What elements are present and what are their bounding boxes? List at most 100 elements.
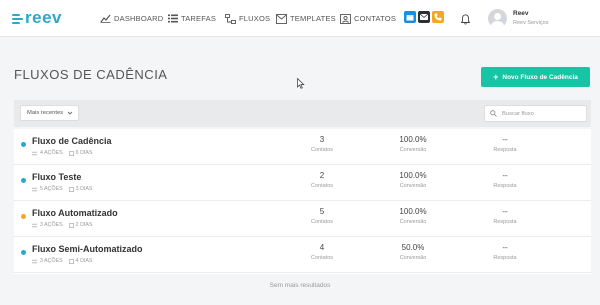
new-flow-button-label: Novo Fluxo de Cadência	[502, 73, 578, 81]
nav-fluxos[interactable]: FLUXOS	[225, 0, 270, 37]
no-more-results: Sem mais resultados	[269, 282, 331, 289]
nav-templates[interactable]: TEMPLATES	[276, 0, 336, 37]
search-input[interactable]	[502, 108, 584, 120]
stat-resposta: -- Resposta	[475, 171, 535, 189]
stat-contatos: 5 Contatos	[292, 207, 352, 225]
shuffle-icon	[32, 223, 37, 227]
contatos-label: Contatos	[310, 183, 333, 189]
contatos-value: 3	[319, 135, 325, 144]
flow-meta: 3 AÇÕES 2 DIAS	[32, 222, 92, 228]
flow-actions: 3 AÇÕES	[40, 222, 63, 228]
quick-mail-button[interactable]	[418, 11, 430, 23]
stat-conversao: 100.0% Conversão	[383, 135, 443, 153]
nav-templates-label: TEMPLATES	[290, 14, 336, 23]
flow-row[interactable]: Fluxo Semi-Automatizado 3 AÇÕES 4 DIAS 4…	[14, 237, 591, 273]
resposta-label: Resposta	[493, 183, 517, 189]
filter-bar: Mais recentes	[14, 100, 591, 127]
new-flow-button[interactable]: + Novo Fluxo de Cadência	[481, 67, 590, 87]
flow-row[interactable]: Fluxo Teste 5 AÇÕES 3 DIAS 2 Contatos 100…	[14, 165, 591, 201]
user-name[interactable]: Reev	[513, 10, 529, 17]
flow-days: 4 DIAS	[75, 258, 93, 264]
flow-row[interactable]: Fluxo de Cadência 4 AÇÕES 6 DIAS 3 Contat…	[14, 129, 591, 165]
nav-contatos[interactable]: CONTATOS	[340, 0, 396, 37]
flow-name[interactable]: Fluxo Automatizado	[32, 208, 118, 218]
sort-dropdown[interactable]: Mais recentes	[20, 105, 79, 121]
chevron-down-icon	[67, 111, 73, 115]
top-navigation-bar: reev DASHBOARD TAREFAS FLUXOS TEMPLATES …	[0, 0, 600, 37]
flow-actions: 3 AÇÕES	[40, 258, 63, 264]
flow-actions: 4 AÇÕES	[40, 150, 63, 156]
search-icon	[490, 110, 497, 117]
page-title: FLUXOS DE CADÊNCIA	[14, 67, 168, 82]
conversao-value: 100.0%	[399, 171, 427, 180]
logo-mark-icon	[12, 12, 23, 25]
stat-resposta: -- Resposta	[475, 243, 535, 261]
flow-row[interactable]: Fluxo Automatizado 3 AÇÕES 2 DIAS 5 Conta…	[14, 201, 591, 237]
flow-name[interactable]: Fluxo de Cadência	[32, 136, 112, 146]
conversao-value: 100.0%	[399, 135, 427, 144]
conversao-label: Conversão	[399, 219, 427, 225]
nav-dashboard[interactable]: DASHBOARD	[100, 0, 163, 37]
conversao-value: 50.0%	[401, 243, 425, 252]
flow-days: 2 DIAS	[75, 222, 93, 228]
contatos-value: 5	[319, 207, 325, 216]
calendar-small-icon	[68, 258, 74, 264]
logo-text: reev	[25, 8, 62, 27]
resposta-value: --	[502, 207, 508, 216]
resposta-label: Resposta	[493, 255, 517, 261]
chart-icon	[100, 14, 111, 23]
flow-actions: 5 AÇÕES	[40, 186, 63, 192]
resposta-label: Resposta	[493, 219, 517, 225]
calendar-small-icon	[68, 222, 74, 228]
shuffle-icon	[32, 151, 37, 155]
nav-contatos-label: CONTATOS	[354, 14, 397, 23]
user-avatar[interactable]	[488, 9, 507, 28]
flow-name[interactable]: Fluxo Teste	[32, 172, 81, 182]
conversao-label: Conversão	[399, 183, 427, 189]
calendar-icon	[406, 14, 414, 20]
nav-dashboard-label: DASHBOARD	[114, 14, 164, 23]
flow-days: 3 DIAS	[75, 186, 93, 192]
shuffle-icon	[32, 259, 37, 263]
quick-phone-button[interactable]	[432, 11, 444, 23]
mail-icon	[420, 14, 428, 20]
contatos-label: Contatos	[310, 255, 333, 261]
flow-days: 6 DIAS	[75, 150, 93, 156]
stat-resposta: -- Resposta	[475, 207, 535, 225]
reev-logo[interactable]: reev	[12, 8, 62, 27]
quick-calendar-button[interactable]	[404, 11, 416, 23]
shuffle-icon	[32, 187, 37, 191]
flow-list: Fluxo de Cadência 4 AÇÕES 6 DIAS 3 Contat…	[14, 129, 591, 274]
contatos-value: 2	[319, 171, 325, 180]
contatos-label: Contatos	[310, 219, 333, 225]
conversao-value: 100.0%	[399, 207, 427, 216]
stat-resposta: -- Resposta	[475, 135, 535, 153]
resposta-value: --	[502, 135, 508, 144]
stat-conversao: 100.0% Conversão	[383, 171, 443, 189]
status-dot	[21, 214, 26, 219]
search-box	[484, 105, 587, 122]
stat-conversao: 50.0% Conversão	[383, 243, 443, 261]
mouse-cursor-icon	[297, 78, 305, 89]
resposta-value: --	[502, 171, 508, 180]
template-icon	[276, 13, 287, 24]
notifications-bell-icon[interactable]	[460, 12, 471, 30]
contacts-icon	[340, 13, 351, 24]
calendar-small-icon	[68, 150, 74, 156]
phone-icon	[434, 13, 442, 21]
nav-tarefas[interactable]: TAREFAS	[168, 0, 216, 37]
user-organization: Reev Serviços	[513, 20, 549, 26]
conversao-label: Conversão	[399, 255, 427, 261]
flow-icon	[225, 13, 236, 24]
flow-meta: 4 AÇÕES 6 DIAS	[32, 150, 92, 156]
conversao-label: Conversão	[399, 147, 427, 153]
nav-tarefas-label: TAREFAS	[181, 14, 217, 23]
stat-contatos: 2 Contatos	[292, 171, 352, 189]
flow-name[interactable]: Fluxo Semi-Automatizado	[32, 244, 143, 254]
resposta-label: Resposta	[493, 147, 517, 153]
calendar-small-icon	[68, 186, 74, 192]
stat-conversao: 100.0% Conversão	[383, 207, 443, 225]
flow-meta: 3 AÇÕES 4 DIAS	[32, 258, 92, 264]
status-dot	[21, 178, 26, 183]
stat-contatos: 3 Contatos	[292, 135, 352, 153]
